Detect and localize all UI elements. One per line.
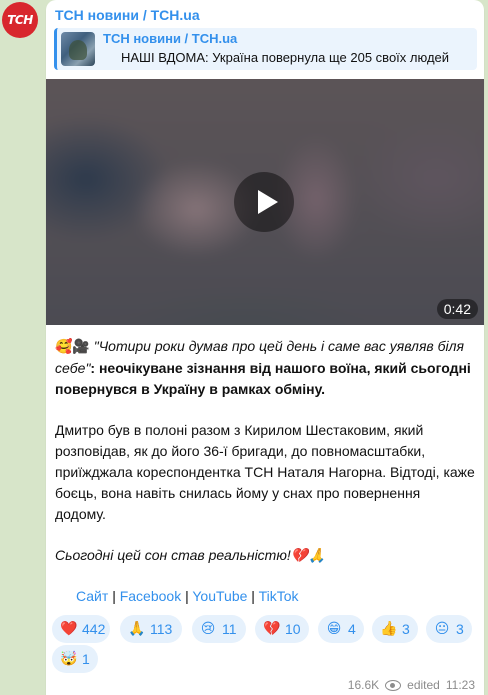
reaction-heart[interactable]: ❤️ 442 [52, 615, 110, 643]
message-footer: 16.6K edited 11:23 [348, 678, 475, 692]
reaction-exploding-head[interactable]: 🤯 1 [52, 645, 98, 673]
reaction-count: 3 [456, 621, 464, 637]
link-facebook[interactable]: Facebook [120, 588, 181, 604]
video-player[interactable]: 0:42 [46, 79, 484, 325]
link-site[interactable]: Сайт [76, 588, 108, 604]
channel-avatar[interactable]: ТСН [2, 2, 38, 38]
post-emoji-prefix: 🥰🎥 [55, 339, 90, 355]
message-bubble: ТСН новини / TCH.ua ТСН новини / TCH.ua … [46, 0, 484, 695]
link-youtube[interactable]: YouTube [192, 588, 247, 604]
thumbs-up-icon: 👍 [380, 621, 398, 637]
reaction-pray[interactable]: 🙏 113 [120, 615, 182, 643]
eye-icon [385, 679, 402, 691]
reaction-count: 4 [348, 621, 356, 637]
neutral-face-icon: 😐 [434, 621, 450, 637]
link-separator: | [112, 588, 116, 604]
reaction-count: 113 [150, 621, 173, 637]
reaction-count: 442 [82, 621, 106, 637]
reaction-neutral[interactable]: 😐 3 [426, 615, 472, 643]
reaction-count: 3 [402, 621, 410, 637]
channel-name[interactable]: ТСН новини / TCH.ua [55, 7, 200, 23]
reply-thumbnail [61, 32, 95, 66]
video-duration: 0:42 [436, 299, 478, 319]
reaction-count: 11 [222, 621, 237, 637]
post-paragraph-3: Сьогодні цей сон став реальністю!💔🙏 [55, 545, 475, 567]
reaction-count: 10 [285, 621, 301, 637]
reaction-crying[interactable]: 😢 11 [192, 615, 246, 643]
post-closing-text: Сьогодні цей сон став реальністю! [55, 547, 291, 563]
grinning-face-icon: 😁 [326, 621, 342, 637]
play-icon[interactable] [234, 172, 294, 232]
link-separator: | [251, 588, 255, 604]
reaction-broken-heart[interactable]: 💔 10 [255, 615, 309, 643]
heart-icon: ❤️ [60, 621, 78, 637]
view-count: 16.6K [347, 678, 380, 692]
pray-icon: 🙏 [128, 621, 146, 637]
post-bold-text: : неочікуване зізнання від нашого воїна,… [55, 360, 471, 397]
link-tiktok[interactable]: TikTok [259, 588, 299, 604]
links-row: Сайт | Facebook | YouTube | TikTok [76, 588, 299, 604]
post-paragraph-1: 🥰🎥 "Чотири роки думав про цей день і сам… [55, 336, 475, 400]
post-closing-emoji: 💔🙏 [290, 548, 326, 564]
broken-heart-icon: 💔 [263, 621, 281, 637]
reaction-grinning[interactable]: 😁 4 [318, 615, 364, 643]
reply-title: ТСН новини / TCH.ua [103, 31, 238, 46]
message-time: 11:23 [445, 678, 475, 692]
reply-preview[interactable]: ТСН новини / TCH.ua НАШІ ВДОМА: Україна … [54, 28, 477, 70]
reply-text: НАШІ ВДОМА: Україна повернула ще 205 сво… [121, 50, 450, 65]
crying-face-icon: 😢 [200, 621, 216, 637]
exploding-head-icon: 🤯 [60, 651, 78, 667]
link-separator: | [185, 588, 189, 604]
reaction-count: 1 [82, 651, 90, 667]
reaction-thumbs-up[interactable]: 👍 3 [372, 615, 418, 643]
post-paragraph-2: Дмитро був в полоні разом з Кирилом Шест… [55, 422, 475, 522]
edited-label: edited [407, 678, 440, 692]
